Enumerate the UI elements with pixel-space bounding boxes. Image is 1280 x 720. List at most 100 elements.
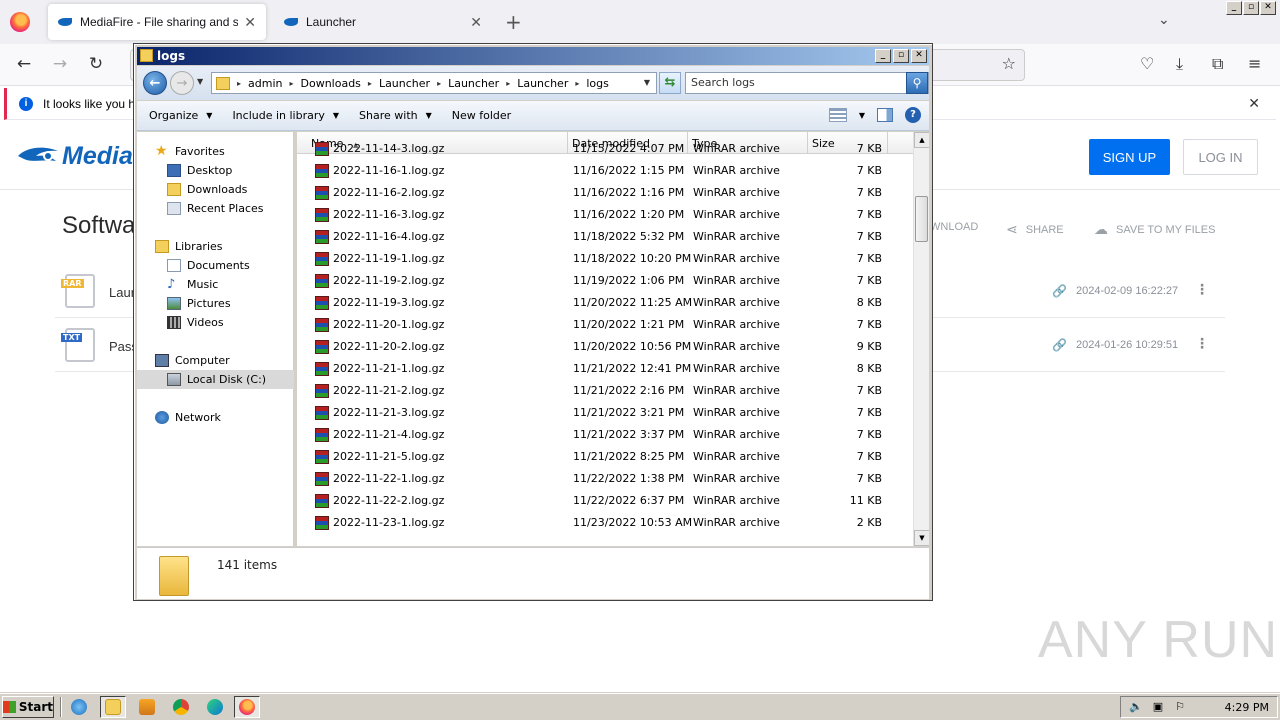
breadcrumb[interactable]: ▸ admin ▸ Downloads ▸ Launcher ▸ Launche…	[211, 72, 657, 94]
extensions-icon[interactable]: ⧉	[1212, 54, 1223, 74]
table-row[interactable]: 2022-11-21-5.log.gz 11/21/2022 8:25 PM Win…	[297, 446, 913, 468]
nav-item-pictures[interactable]: Pictures	[137, 294, 294, 313]
internet-explorer-icon[interactable]	[66, 696, 92, 718]
share-action[interactable]: ⋖ SHARE	[1006, 221, 1064, 238]
pocket-icon[interactable]: ♡	[1140, 54, 1154, 73]
table-row[interactable]: 2022-11-16-3.log.gz 11/16/2022 1:20 PM Win…	[297, 204, 913, 226]
link-icon[interactable]: 🔗	[1052, 284, 1067, 298]
scroll-up-button[interactable]: ▲	[914, 132, 929, 148]
breadcrumb-item[interactable]: logs	[586, 77, 609, 90]
start-button[interactable]: Start	[2, 696, 54, 718]
search-icon[interactable]: ⚲	[906, 72, 928, 94]
table-row[interactable]: 2022-11-22-1.log.gz 11/22/2022 1:38 PM Win…	[297, 468, 913, 490]
table-row[interactable]: 2022-11-19-1.log.gz 11/18/2022 10:20 PM Wi…	[297, 248, 913, 270]
nav-item-computer[interactable]: Computer	[137, 351, 294, 370]
search-input[interactable]: Search logs ⚲	[685, 72, 929, 94]
table-row[interactable]: 2022-11-21-1.log.gz 11/21/2022 12:41 PM Wi…	[297, 358, 913, 380]
restore-button[interactable]: ▫	[1243, 1, 1259, 15]
table-row[interactable]: 2022-11-20-1.log.gz 11/20/2022 1:21 PM Win…	[297, 314, 913, 336]
chevron-right-icon[interactable]: ▸	[368, 79, 372, 88]
bookmark-star-icon[interactable]: ☆	[1002, 54, 1016, 73]
nav-item-desktop[interactable]: Desktop	[137, 161, 294, 180]
back-arrow-icon[interactable]: ←	[13, 54, 35, 74]
back-arrow-icon[interactable]: ←	[143, 71, 167, 95]
download-action[interactable]: WNLOAD	[930, 221, 978, 233]
table-row[interactable]: 2022-11-16-2.log.gz 11/16/2022 1:16 PM Win…	[297, 182, 913, 204]
table-row[interactable]: 2022-11-22-2.log.gz 11/22/2022 6:37 PM Win…	[297, 490, 913, 512]
table-row[interactable]: 2022-11-19-3.log.gz 11/20/2022 11:25 AM Wi…	[297, 292, 913, 314]
firefox-taskbar-icon[interactable]	[234, 696, 260, 718]
new-tab-button[interactable]: +	[505, 10, 522, 34]
edge-icon[interactable]	[202, 696, 228, 718]
refresh-icon[interactable]: ⇆	[659, 72, 681, 94]
chevron-right-icon[interactable]: ▸	[437, 79, 441, 88]
vertical-scrollbar[interactable]: ▲ ▼	[913, 132, 929, 546]
include-in-library-menu[interactable]: Include in library ▼	[232, 109, 339, 122]
more-options-icon[interactable]: ⋮	[1195, 336, 1209, 352]
log-in-button[interactable]: LOG IN	[1183, 139, 1258, 175]
downloads-icon[interactable]: ⤓	[1176, 54, 1183, 74]
close-tab-icon[interactable]: ✕	[244, 14, 256, 31]
chevron-right-icon[interactable]: ▸	[575, 79, 579, 88]
sign-up-button[interactable]: SIGN UP	[1089, 139, 1170, 175]
close-button[interactable]: ✕	[1260, 1, 1276, 15]
recent-pages-dropdown[interactable]: ▼	[197, 77, 203, 86]
table-row[interactable]: 2022-11-23-1.log.gz 11/23/2022 10:53 AM Wi…	[297, 512, 913, 534]
clock[interactable]: 4:29 PM	[1225, 701, 1269, 714]
table-row[interactable]: 2022-11-21-4.log.gz 11/21/2022 3:37 PM Win…	[297, 424, 913, 446]
chevron-right-icon[interactable]: ▸	[289, 79, 293, 88]
media-player-icon[interactable]	[134, 696, 160, 718]
breadcrumb-item[interactable]: Launcher	[517, 77, 568, 90]
nav-item-videos[interactable]: Videos	[137, 313, 294, 332]
breadcrumb-item[interactable]: Downloads	[301, 77, 361, 90]
list-all-tabs-button[interactable]: ⌄	[1158, 12, 1170, 28]
nav-item-recent-places[interactable]: Recent Places	[137, 199, 294, 218]
close-button[interactable]: ✕	[911, 49, 927, 63]
share-with-menu[interactable]: Share with ▼	[359, 109, 432, 122]
nav-item-local-disk[interactable]: Local Disk (C:)	[137, 370, 294, 389]
save-action[interactable]: ☁ SAVE TO MY FILES	[1094, 221, 1215, 238]
volume-icon[interactable]: 🔈	[1129, 701, 1143, 713]
breadcrumb-item[interactable]: admin	[248, 77, 282, 90]
chevron-right-icon[interactable]: ▸	[506, 79, 510, 88]
mediafire-logo-text[interactable]: Media	[62, 142, 133, 171]
breadcrumb-item[interactable]: Launcher	[379, 77, 430, 90]
file-name[interactable]: Laur	[109, 285, 135, 300]
maximize-button[interactable]: ▫	[893, 49, 909, 63]
breadcrumb-item[interactable]: Launcher	[448, 77, 499, 90]
window-title-bar[interactable]: logs _ ▫ ✕	[137, 47, 929, 65]
tab-mediafire[interactable]: MediaFire - File sharing and storag ✕	[48, 4, 266, 40]
mediafire-logo-icon[interactable]	[16, 145, 60, 167]
table-row[interactable]: 2022-11-14-3.log.gz 11/15/2022 4:07 PM Win…	[297, 138, 913, 160]
link-icon[interactable]: 🔗	[1052, 338, 1067, 352]
table-row[interactable]: 2022-11-21-2.log.gz 11/21/2022 2:16 PM Win…	[297, 380, 913, 402]
table-row[interactable]: 2022-11-16-1.log.gz 11/16/2022 1:15 PM Win…	[297, 160, 913, 182]
help-icon[interactable]: ?	[905, 107, 921, 123]
nav-item-documents[interactable]: Documents	[137, 256, 294, 275]
table-row[interactable]: 2022-11-21-3.log.gz 11/21/2022 3:21 PM Win…	[297, 402, 913, 424]
change-view-icon[interactable]	[828, 108, 847, 122]
scroll-thumb[interactable]	[915, 196, 928, 242]
preview-pane-icon[interactable]	[877, 108, 893, 122]
minimize-button[interactable]: _	[875, 49, 891, 63]
scroll-down-button[interactable]: ▼	[914, 530, 929, 546]
nav-item-network[interactable]: Network	[137, 408, 294, 427]
menu-icon[interactable]: ≡	[1248, 54, 1261, 73]
chevron-down-icon[interactable]: ▼	[644, 78, 650, 87]
nav-item-music[interactable]: ♪ Music	[137, 275, 294, 294]
explorer-taskbar-icon[interactable]	[100, 696, 126, 718]
more-options-icon[interactable]: ⋮	[1195, 282, 1209, 298]
table-row[interactable]: 2022-11-19-2.log.gz 11/19/2022 1:06 PM Win…	[297, 270, 913, 292]
close-icon[interactable]: ✕	[1248, 95, 1260, 112]
new-folder-button[interactable]: New folder	[452, 109, 511, 122]
firefox-logo-icon[interactable]	[10, 12, 30, 32]
nav-item-libraries[interactable]: Libraries	[137, 237, 294, 256]
nav-item-favorites[interactable]: ★ Favorites	[137, 142, 294, 161]
action-center-flag-icon[interactable]: ⚐	[1173, 701, 1187, 713]
network-status-icon[interactable]: ▣	[1151, 701, 1165, 713]
forward-arrow-icon[interactable]: →	[170, 71, 194, 95]
chrome-icon[interactable]	[168, 696, 194, 718]
table-row[interactable]: 2022-11-16-4.log.gz 11/18/2022 5:32 PM Win…	[297, 226, 913, 248]
chevron-down-icon[interactable]: ▼	[859, 111, 865, 120]
nav-item-downloads[interactable]: Downloads	[137, 180, 294, 199]
